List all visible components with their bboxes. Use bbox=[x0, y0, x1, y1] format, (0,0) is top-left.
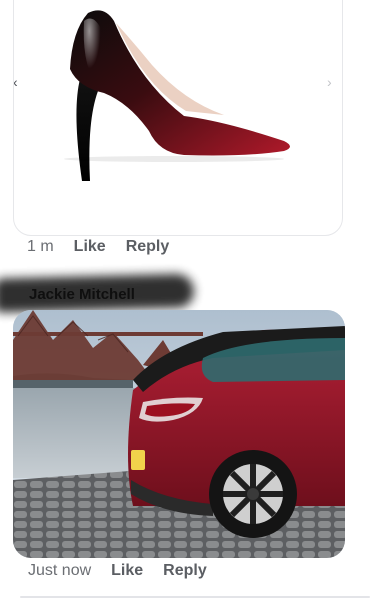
reply-button[interactable]: Reply bbox=[163, 562, 207, 580]
chevron-left-icon[interactable]: ‹ bbox=[14, 75, 18, 89]
car-photo bbox=[13, 310, 345, 558]
author-name[interactable]: Jackie Mitchell bbox=[29, 286, 135, 303]
comment-timestamp: Just now bbox=[28, 562, 92, 579]
comment-image-card[interactable]: ‹ › bbox=[13, 0, 343, 236]
comment-actions: 1 m Like Reply bbox=[27, 238, 169, 256]
comment-photo[interactable] bbox=[13, 310, 345, 558]
comment-timestamp: 1 m bbox=[27, 238, 54, 255]
like-button[interactable]: Like bbox=[74, 238, 106, 256]
composer-divider bbox=[20, 596, 370, 598]
like-button[interactable]: Like bbox=[111, 562, 143, 580]
shoe-image bbox=[64, 10, 290, 181]
chevron-right-icon[interactable]: › bbox=[327, 75, 332, 89]
comment-actions: Just now Like Reply bbox=[28, 562, 207, 580]
reply-button[interactable]: Reply bbox=[126, 238, 170, 256]
